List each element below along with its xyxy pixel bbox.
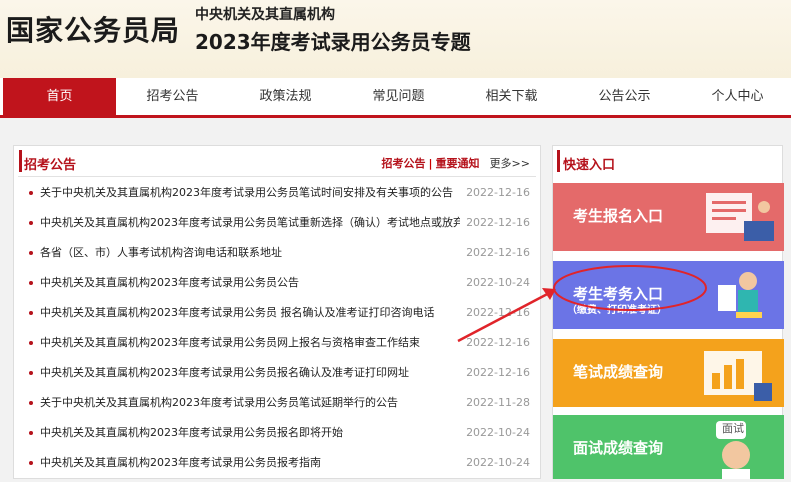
divider (18, 176, 536, 177)
exam-affairs-illustration-icon (718, 272, 762, 318)
nav-policies[interactable]: 政策法规 (229, 78, 342, 115)
exam-affairs-entry-sub: （缴费、打印准考证） (567, 305, 667, 316)
bullet-icon (29, 401, 33, 405)
quick-entry-title: 快速入口 (563, 158, 616, 173)
tab-important-notices[interactable]: 重要通知 (436, 157, 480, 170)
nav-personal-center[interactable]: 个人中心 (681, 78, 791, 115)
item-date: 2022-12-16 (466, 306, 530, 319)
item-title[interactable]: 中央机关及其直属机构2023年度考试录用公务员报考指南 (40, 448, 460, 478)
nav-notices[interactable]: 公告公示 (568, 78, 681, 115)
bullet-icon (29, 311, 33, 315)
item-date: 2022-10-24 (466, 456, 530, 469)
nav-downloads[interactable]: 相关下载 (455, 78, 568, 115)
registration-entry-button[interactable]: 考生报名入口 (553, 183, 784, 251)
item-title[interactable]: 中央机关及其直属机构2023年度考试录用公务员 报名确认及准考证打印咨询电话 (40, 298, 460, 328)
list-item[interactable]: 中央机关及其直属机构2023年度考试录用公务员报名确认及准考证打印网址 2022-… (14, 358, 540, 388)
site-title[interactable]: 国家公务员局 (6, 9, 180, 49)
more-link[interactable]: 更多>> (490, 157, 530, 170)
main-nav: 首页 招考公告 政策法规 常见问题 相关下载 公告公示 个人中心 (0, 78, 791, 118)
list-item[interactable]: 中央机关及其直属机构2023年度考试录用公务员笔试重新选择（确认）考试地点或放弃… (14, 208, 540, 238)
nav-home[interactable]: 首页 (3, 78, 116, 115)
tab-separator: | (428, 157, 433, 170)
bullet-icon (29, 371, 33, 375)
interview-score-query-label: 面试成绩查询 (573, 439, 664, 457)
bullet-icon (29, 221, 33, 225)
registration-entry-label: 考生报名入口 (573, 207, 664, 225)
announcements-panel: 招考公告 招考公告 | 重要通知 更多>> 关于中央机关及其直属机构2023年度考试录… (13, 145, 541, 479)
list-item[interactable]: 关于中央机关及其直属机构2023年度考试录用公务员笔试延期举行的公告 2022-1… (14, 388, 540, 418)
bullet-icon (29, 281, 33, 285)
announcement-tabs: 招考公告 | 重要通知 更多>> (382, 155, 530, 171)
item-title[interactable]: 中央机关及其直属机构2023年度考试录用公务员笔试重新选择（确认）考试地点或放弃… (40, 208, 460, 238)
item-title[interactable]: 中央机关及其直属机构2023年度考试录用公务员网上报名与资格审查工作结束 (40, 328, 460, 358)
exam-affairs-entry-button[interactable]: 考生考务入口 （缴费、打印准考证） (553, 261, 784, 329)
title-accent-bar (19, 150, 22, 172)
item-date: 2022-11-28 (466, 396, 530, 409)
title-accent-bar (557, 150, 560, 172)
item-title[interactable]: 各省（区、市）人事考试机构咨询电话和联系地址 (40, 238, 460, 268)
item-date: 2022-12-16 (466, 336, 530, 349)
registration-illustration-icon (706, 193, 774, 241)
subtitle-line1: 中央机关及其直属机构 (195, 7, 335, 23)
announcement-list: 关于中央机关及其直属机构2023年度考试录用公务员笔试时间安排及有关事项的公告 2… (14, 178, 540, 478)
item-date: 2022-10-24 (466, 426, 530, 439)
written-score-query-button[interactable]: 笔试成绩查询 (553, 339, 784, 407)
item-title[interactable]: 关于中央机关及其直属机构2023年度考试录用公务员笔试时间安排及有关事项的公告 (40, 178, 460, 208)
item-date: 2022-12-16 (466, 186, 530, 199)
subtitle-line2: 2023年度考试录用公务员专题 (195, 30, 471, 54)
bullet-icon (29, 191, 33, 195)
bullet-icon (29, 251, 33, 255)
bullet-icon (29, 341, 33, 345)
bullet-icon (29, 461, 33, 465)
list-item[interactable]: 中央机关及其直属机构2023年度考试录用公务员 报名确认及准考证打印咨询电话 20… (14, 298, 540, 328)
list-item[interactable]: 中央机关及其直属机构2023年度考试录用公务员报名即将开始 2022-10-24 (14, 418, 540, 448)
nav-announcements[interactable]: 招考公告 (116, 78, 229, 115)
nav-faq[interactable]: 常见问题 (342, 78, 455, 115)
item-date: 2022-12-16 (466, 366, 530, 379)
item-title[interactable]: 中央机关及其直属机构2023年度考试录用公务员报名确认及准考证打印网址 (40, 358, 460, 388)
item-date: 2022-10-24 (466, 276, 530, 289)
bullet-icon (29, 431, 33, 435)
interview-score-query-button[interactable]: 面试成绩查询 面试 (553, 415, 784, 479)
announcements-title: 招考公告 (24, 158, 77, 173)
item-date: 2022-12-16 (466, 246, 530, 259)
list-item[interactable]: 关于中央机关及其直属机构2023年度考试录用公务员笔试时间安排及有关事项的公告 2… (14, 178, 540, 208)
item-title[interactable]: 中央机关及其直属机构2023年度考试录用公务员公告 (40, 268, 460, 298)
interview-bubble-text: 面试 (722, 422, 744, 435)
site-header: 国家公务员局 中央机关及其直属机构 2023年度考试录用公务员专题 (0, 0, 791, 78)
list-item[interactable]: 中央机关及其直属机构2023年度考试录用公务员公告 2022-10-24 (14, 268, 540, 298)
list-item[interactable]: 中央机关及其直属机构2023年度考试录用公务员网上报名与资格审查工作结束 2022… (14, 328, 540, 358)
item-title[interactable]: 中央机关及其直属机构2023年度考试录用公务员报名即将开始 (40, 418, 460, 448)
quick-entry-panel: 快速入口 考生报名入口 考生考务入口 （缴费、打印准考证） 笔试成绩查询 面试成… (552, 145, 784, 479)
tab-announcements[interactable]: 招考公告 (382, 157, 426, 170)
score-chart-illustration-icon (704, 351, 772, 401)
item-date: 2022-12-16 (466, 216, 530, 229)
list-item[interactable]: 各省（区、市）人事考试机构咨询电话和联系地址 2022-12-16 (14, 238, 540, 268)
list-item[interactable]: 中央机关及其直属机构2023年度考试录用公务员报考指南 2022-10-24 (14, 448, 540, 478)
written-score-query-label: 笔试成绩查询 (573, 363, 664, 381)
item-title[interactable]: 关于中央机关及其直属机构2023年度考试录用公务员笔试延期举行的公告 (40, 388, 460, 418)
